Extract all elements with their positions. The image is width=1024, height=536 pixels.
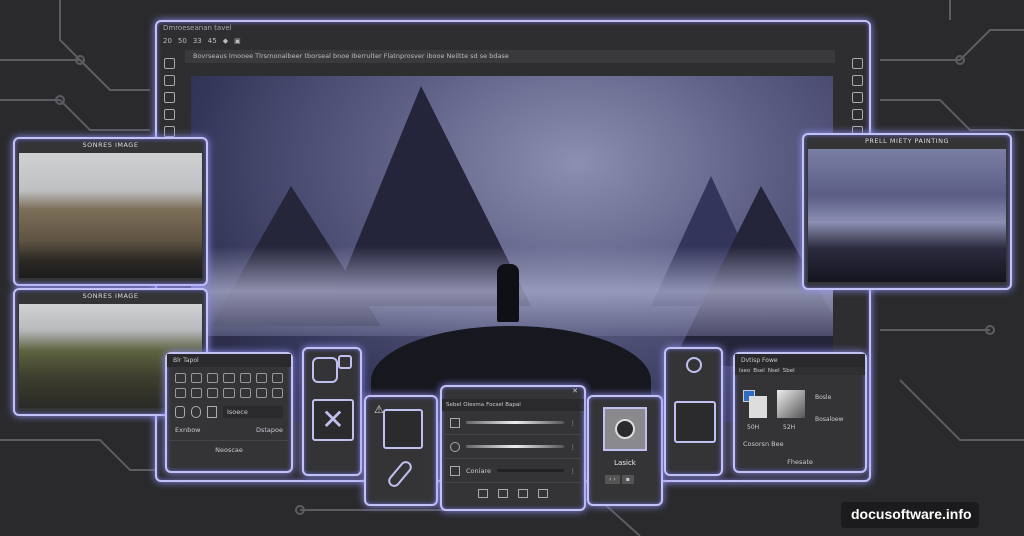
swatch-icon [338,355,352,369]
tool-icon[interactable] [163,109,175,120]
tool-icon[interactable] [271,388,283,398]
layer-slider[interactable] [466,445,564,448]
tools-panel: Blr Tapol Isoece Exnbow Dstapoe Neoscae [165,352,293,473]
toolbar-btn[interactable]: 20 [163,37,172,45]
result-image-label: PRELL MIETY PAINTING [864,137,949,145]
tab[interactable]: Sebel [446,402,461,408]
tab[interactable]: Sbel [783,368,795,374]
layer-action-icon[interactable] [518,489,528,498]
tab[interactable]: Olesma [463,402,484,408]
result-image-panel[interactable]: PRELL MIETY PAINTING [802,133,1012,290]
tools-bottom-button[interactable]: Neoscae [167,441,291,459]
close-icon[interactable]: ✕ [442,387,584,399]
tools-panel-tab[interactable]: Blr Tapol [167,354,291,367]
tool-icon[interactable] [191,388,203,398]
options-bar: Bovrseaus Imooee Tlrsrnonalbeer tborseal… [185,50,835,63]
pin-icon[interactable] [686,357,702,373]
toolbar-btn[interactable]: 33 [193,37,202,45]
toolbar-btn[interactable]: 45 [208,37,217,45]
tool-icon[interactable] [271,373,283,383]
layers-panel: ✕ Sebel Olesma Focsel Bapal ⋮ ⋮ Coniare ⋮ [440,385,586,511]
tool-icon[interactable] [239,373,251,383]
tool-icon[interactable] [163,58,175,69]
cross-tools-icon[interactable]: ✕ [312,399,354,441]
lasso-preview[interactable] [603,407,647,451]
window-title: Dmroeseanan tavel [163,24,232,32]
tool-icon[interactable] [223,373,235,383]
tab[interactable]: Iseo [739,368,750,374]
tool-icon[interactable] [255,388,267,398]
tool-icon[interactable] [255,373,267,383]
layer-slider[interactable] [466,421,564,424]
layer-row[interactable]: ⋮ [442,435,584,459]
tool-icon[interactable] [175,388,187,398]
color-button[interactable]: Bosaloew [815,416,844,423]
tool-icon[interactable] [207,373,219,383]
tool-icon[interactable] [163,75,175,86]
eraser-panel: ⚠ [364,395,438,506]
lasso-btn[interactable]: ‹ › [605,475,620,484]
color-panel: Dvtisp Fowe Iseo Bsel Nsel Sbel 50H 52H Bos… [733,352,867,473]
color-value: 50H [747,424,760,431]
lasso-btn[interactable]: ▪ [621,475,634,484]
lasso-panel: Lasick ‹ › ▪ [587,395,663,506]
tab[interactable]: Focsel [486,402,503,408]
layer-action-icon[interactable] [478,489,488,498]
color-row-label[interactable]: Cosorsn Bee [743,440,784,448]
eyedropper-icon[interactable] [385,458,415,490]
tool-icon[interactable] [163,126,175,137]
tool-icon[interactable] [223,388,235,398]
lasso-label: Lasick [614,459,636,467]
tool-icon[interactable] [239,388,251,398]
tool-icon[interactable] [163,92,175,103]
source-image-label: SONRES IMAGE [82,292,139,300]
tool-icon[interactable] [851,92,863,103]
tool-icon[interactable] [175,373,187,383]
crop-icon[interactable] [674,401,716,443]
layer-row[interactable]: ⋮ [442,411,584,435]
background-color-swatch[interactable] [749,396,767,418]
tools-mid-button[interactable]: Dstapoe [256,426,283,434]
source-image-label: SONRES IMAGE [82,141,139,149]
brush-panel: ✕ [302,347,362,476]
figure-silhouette [497,264,519,322]
toolbar-btn[interactable]: 50 [178,37,187,45]
tool-icon[interactable] [851,109,863,120]
tab[interactable]: Nsel [768,368,780,374]
tab[interactable]: Bsel [753,368,765,374]
tab[interactable]: Bapal [505,402,521,408]
tools-field[interactable]: Isoece [223,406,283,418]
color-panel-title: Dvtisp Fowe [735,354,865,367]
toolbar-btn[interactable]: ▣ [234,37,241,45]
gradient-preview[interactable] [777,390,805,418]
tool-icon[interactable] [207,388,219,398]
tool-icon[interactable] [851,75,863,86]
tools-left-button[interactable]: Exnbow [175,426,201,434]
tool-icon[interactable] [851,58,863,69]
layer-row[interactable]: Coniare ⋮ [442,459,584,483]
left-tool-strip [159,58,179,137]
transform-panel [664,347,723,476]
layer-label: Coniare [466,466,491,475]
layer-action-icon[interactable] [498,489,508,498]
brush-icon[interactable] [312,357,338,383]
source-image-panel[interactable]: SONRES IMAGE [13,137,208,286]
toolbar: 20 50 33 45 ◆ ▣ [163,37,241,45]
layer-action-icon[interactable] [538,489,548,498]
tool-icon[interactable] [191,373,203,383]
color-button[interactable]: Bosle [815,394,831,401]
toolbar-btn[interactable]: ◆ [223,37,228,45]
eraser-icon[interactable] [383,409,423,449]
color-bottom-button[interactable]: Fhesate [735,458,865,466]
color-value: 52H [783,424,796,431]
right-tool-strip [847,58,867,137]
watermark: docusoftware.info [841,502,979,528]
